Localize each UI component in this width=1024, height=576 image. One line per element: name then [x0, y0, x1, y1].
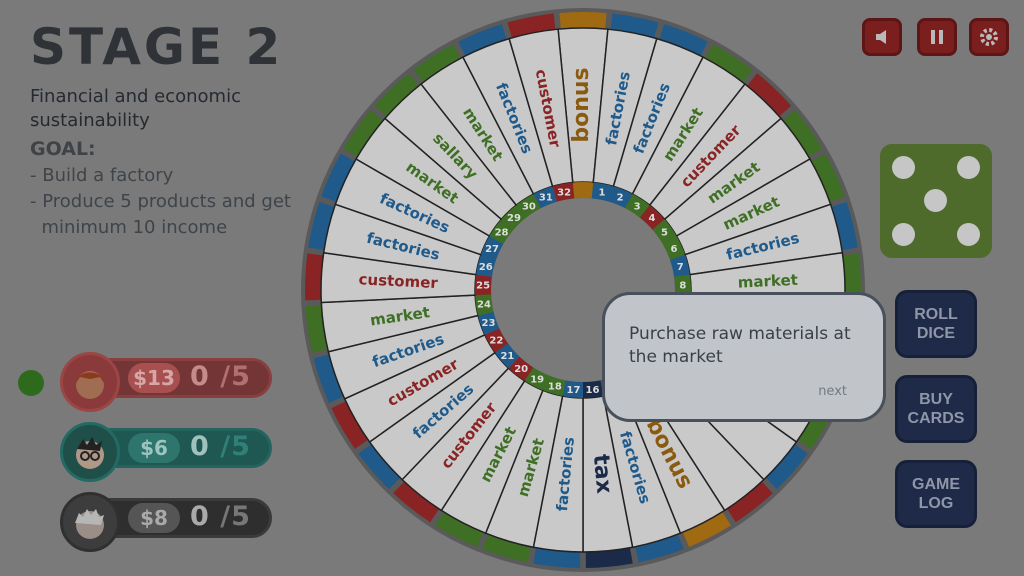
player-money: $6 [128, 433, 180, 463]
player-avatar-icon [76, 371, 104, 399]
space-number: 18 [548, 381, 562, 392]
space-number: 2 [617, 193, 624, 204]
space-icon-tab [559, 11, 607, 29]
space-number: 5 [661, 227, 668, 238]
player-avatar-icon [75, 509, 104, 539]
avatar [60, 422, 120, 482]
avatar [60, 492, 120, 552]
avatar [60, 352, 120, 412]
dice[interactable] [880, 144, 992, 258]
space-number: 16 [586, 385, 600, 396]
pause-button[interactable] [917, 18, 957, 56]
popup-next-link[interactable]: next [818, 384, 847, 399]
space-number: 3 [634, 201, 641, 212]
buy-cards-button[interactable]: BUY CARDS [895, 375, 977, 443]
space-number: 24 [477, 300, 491, 311]
player-card: $13 0 /5 [60, 352, 272, 412]
space-label: tax [588, 453, 617, 495]
space-number: 30 [522, 201, 536, 212]
space-number: 7 [677, 262, 684, 273]
player-progress: 0 /5 [190, 431, 251, 462]
active-player-indicator [18, 370, 44, 396]
player-money: $13 [128, 363, 180, 393]
space-number: 21 [500, 351, 514, 362]
pause-icon [931, 30, 943, 44]
space-number: 25 [476, 281, 490, 292]
space-number: 23 [482, 318, 496, 329]
space-number: 17 [567, 385, 581, 396]
space-label: bonus [569, 67, 594, 142]
space-number: 28 [495, 227, 509, 238]
gear-icon [980, 28, 998, 46]
space-number: 8 [679, 281, 686, 292]
space-number: 27 [485, 244, 499, 255]
sound-button[interactable] [862, 18, 902, 56]
player-progress: 0 /5 [190, 361, 251, 392]
space-number: 29 [507, 213, 521, 224]
space-number: 22 [489, 336, 503, 347]
space-number: 20 [514, 364, 528, 375]
player-card: $6 0 /5 [60, 422, 272, 482]
player-card: $8 0 /5 [60, 492, 272, 552]
space-number: 4 [649, 213, 656, 224]
space-number: 26 [479, 262, 493, 273]
game-log-button[interactable]: GAME LOG [895, 460, 977, 528]
popup-text: Purchase raw materials at the market [629, 324, 851, 367]
player-avatar-icon [76, 437, 104, 469]
space-number: 6 [670, 244, 677, 255]
settings-button[interactable] [969, 18, 1009, 56]
space-number: 32 [557, 187, 571, 198]
space-number: 31 [539, 193, 553, 204]
sound-icon [876, 30, 886, 44]
space-number-band [572, 182, 594, 199]
player-money: $8 [128, 503, 180, 533]
space-number: 1 [598, 187, 605, 198]
space-label: customer [358, 270, 439, 292]
space-number: 19 [530, 374, 544, 385]
game-board: bonus1factories2factories3market4custome… [301, 8, 865, 572]
space-label: market [737, 271, 798, 292]
instruction-popup: Purchase raw materials at the market nex… [602, 292, 886, 422]
player-progress: 0 /5 [190, 501, 251, 532]
roll-dice-button[interactable]: ROLL DICE [895, 290, 977, 358]
